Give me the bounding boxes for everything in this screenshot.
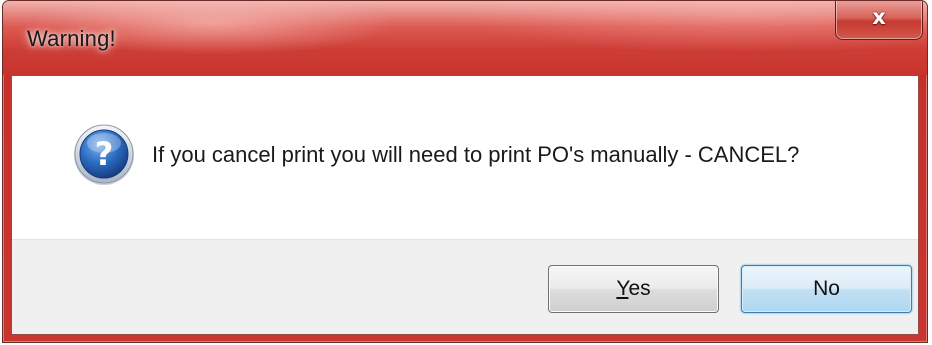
message-text: If you cancel print you will need to pri… — [152, 142, 800, 167]
title-bar[interactable]: Warning! x — [3, 1, 927, 75]
question-icon: ? — [74, 124, 134, 185]
close-button[interactable]: x — [835, 1, 923, 40]
no-label: No — [813, 277, 840, 300]
yes-mnemonic: Y — [616, 277, 629, 300]
close-icon: x — [872, 5, 886, 29]
yes-label: es — [628, 277, 651, 300]
dialog-content: ? If you cancel print you will need to p… — [11, 75, 919, 335]
no-button[interactable]: No — [741, 265, 912, 313]
window-title: Warning! — [27, 26, 116, 51]
warning-dialog: Warning! x ? If you cancel print you wil… — [2, 0, 928, 343]
message-area: ? If you cancel print you will need to p… — [12, 76, 918, 239]
yes-button[interactable]: Yes — [548, 265, 719, 313]
svg-text:?: ? — [95, 135, 114, 173]
button-area: Yes No — [12, 239, 918, 334]
